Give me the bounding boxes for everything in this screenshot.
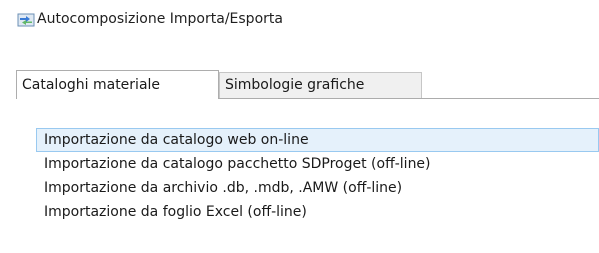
list-item-web-online[interactable]: Importazione da catalogo web on-line (36, 128, 599, 152)
tab-cataloghi-materiale[interactable]: Cataloghi materiale (16, 70, 219, 98)
list-item-foglio-excel[interactable]: Importazione da foglio Excel (off-line) (36, 200, 599, 224)
title-bar: Autocomposizione Importa/Esporta (0, 0, 599, 40)
tab-simbologie-grafiche[interactable]: Simbologie grafiche (219, 72, 422, 98)
import-options-list[interactable]: Importazione da catalogo web on-line Imp… (36, 128, 599, 253)
tab-strip: Cataloghi materiale Simbologie grafiche (16, 70, 599, 99)
import-export-icon (17, 12, 35, 28)
list-item-archivio-db[interactable]: Importazione da archivio .db, .mdb, .AMW… (36, 176, 599, 200)
list-item-pacchetto-sdproget[interactable]: Importazione da catalogo pacchetto SDPro… (36, 152, 599, 176)
active-tab-underline-cover (17, 97, 218, 99)
window-title: Autocomposizione Importa/Esporta (37, 11, 283, 27)
